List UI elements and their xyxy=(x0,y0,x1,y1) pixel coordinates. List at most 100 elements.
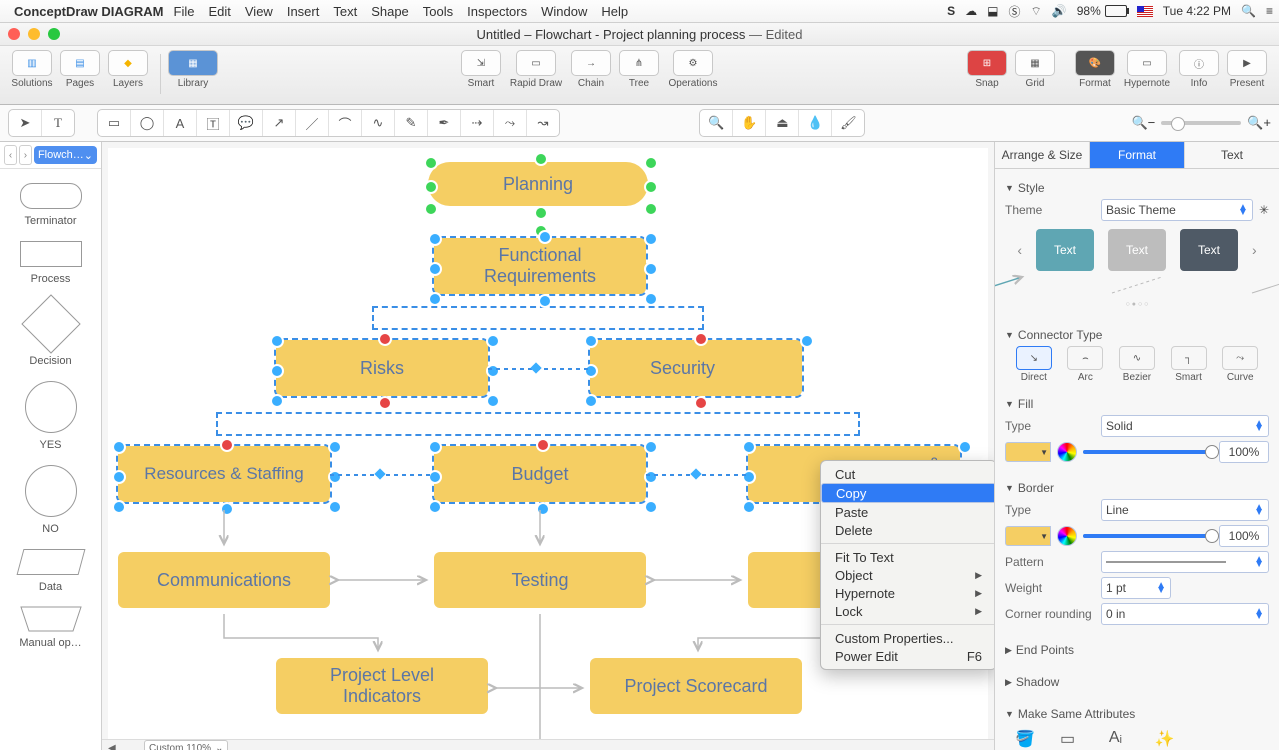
toolbar-library[interactable]: ▦ Library xyxy=(169,50,217,89)
connector-bezier[interactable]: ∿Bezier xyxy=(1116,346,1158,383)
border-color-swatch[interactable]: ▼ xyxy=(1005,526,1051,546)
spotlight-icon[interactable]: 🔍 xyxy=(1241,4,1256,18)
skype-icon[interactable]: Ⓢ xyxy=(1008,3,1020,20)
border-opacity-slider[interactable] xyxy=(1083,534,1213,538)
toolbar-chain[interactable]: →Chain xyxy=(567,50,615,89)
node-testing[interactable]: Testing xyxy=(434,552,646,608)
shapes-nav-back[interactable]: ‹ xyxy=(4,145,17,165)
menu-inspectors[interactable]: Inspectors xyxy=(467,4,527,19)
toolbar-solutions[interactable]: ▥ Solutions xyxy=(8,50,56,89)
connector-direct[interactable]: ↘Direct xyxy=(1013,346,1055,383)
corner-rounding-select[interactable]: 0 in▲▼ xyxy=(1101,603,1269,625)
toolbar-format[interactable]: 🎨Format xyxy=(1071,50,1119,89)
textframe-tool[interactable]: 🅃 xyxy=(197,110,230,136)
node-planning[interactable]: Planning xyxy=(428,162,648,206)
zoom-slider[interactable]: 🔍− 🔍+ xyxy=(1131,115,1271,131)
theme-select[interactable]: Basic Theme▲▼ xyxy=(1101,199,1253,221)
clock[interactable]: Tue 4:22 PM xyxy=(1163,4,1231,18)
ellipse-tool[interactable]: ◯ xyxy=(131,110,164,136)
section-connector[interactable]: ▼Connector Type xyxy=(1005,328,1269,342)
shape-data[interactable]: Data xyxy=(0,549,101,593)
volume-icon[interactable]: 🔊 xyxy=(1052,4,1067,18)
border-weight-input[interactable]: 1 pt▲▼ xyxy=(1101,577,1171,599)
node-resources[interactable]: Resources & Staffing xyxy=(118,446,330,502)
section-fill[interactable]: ▼Fill xyxy=(1005,397,1269,411)
border-color-wheel[interactable] xyxy=(1057,526,1077,546)
node-scorecard[interactable]: Project Scorecard xyxy=(590,658,802,714)
app-name[interactable]: ConceptDraw DIAGRAM xyxy=(14,4,164,19)
bezier-tool[interactable]: ✒ xyxy=(428,110,461,136)
ctx-hypernote[interactable]: Hypernote xyxy=(821,584,994,602)
menu-window[interactable]: Window xyxy=(541,4,587,19)
toolbar-smart[interactable]: ⇲Smart xyxy=(457,50,505,89)
menu-insert[interactable]: Insert xyxy=(287,4,320,19)
theme-card-3[interactable]: Text xyxy=(1180,229,1238,271)
menu-help[interactable]: Help xyxy=(601,4,628,19)
connector-curve[interactable]: ⤳Curve xyxy=(1219,346,1261,383)
fill-opacity-value[interactable]: 100% xyxy=(1219,441,1269,463)
tab-text[interactable]: Text xyxy=(1185,142,1279,168)
theme-settings-icon[interactable]: ✳ xyxy=(1259,203,1269,217)
theme-card-2[interactable]: Text xyxy=(1108,229,1166,271)
zoom-in-icon[interactable]: 🔍+ xyxy=(1247,115,1271,131)
fill-color-wheel[interactable] xyxy=(1057,442,1077,462)
msa-all[interactable]: ✨All xyxy=(1155,729,1179,750)
toolbar-info[interactable]: ⓘInfo xyxy=(1175,50,1223,89)
shape-decision[interactable]: Decision xyxy=(0,299,101,367)
node-budget[interactable]: Budget xyxy=(434,446,646,502)
toolbar-present[interactable]: ▶Present xyxy=(1223,50,1271,89)
toolbar-rapid-draw[interactable]: ▭Rapid Draw xyxy=(505,50,567,89)
menu-shape[interactable]: Shape xyxy=(371,4,409,19)
sys-icon-s[interactable]: S xyxy=(947,4,955,18)
menu-file[interactable]: File xyxy=(174,4,195,19)
eyedropper-tool[interactable]: 💧 xyxy=(799,110,832,136)
canvas-area[interactable]: Planning Functional Requirements xyxy=(102,142,994,750)
menu-view[interactable]: View xyxy=(245,4,273,19)
pointer-tool[interactable]: ➤ xyxy=(9,110,42,136)
shape-yes[interactable]: YES xyxy=(0,381,101,451)
toolbar-operations[interactable]: ⚙Operations xyxy=(663,50,723,89)
toolbar-hypernote[interactable]: ▭Hypernote xyxy=(1119,50,1175,89)
toolbar-grid[interactable]: ▦Grid xyxy=(1011,50,1059,89)
theme-card-1[interactable]: Text xyxy=(1036,229,1094,271)
shape-terminator[interactable]: Terminator xyxy=(0,183,101,227)
cloud-up-icon[interactable]: ☁ xyxy=(965,4,977,18)
battery-icon[interactable] xyxy=(1105,5,1127,17)
ctx-copy[interactable]: Copy xyxy=(821,483,994,503)
input-source-flag-icon[interactable] xyxy=(1137,6,1153,17)
menu-edit[interactable]: Edit xyxy=(208,4,230,19)
ctx-paste[interactable]: Paste xyxy=(821,503,994,521)
connector2-tool[interactable]: ⤳ xyxy=(494,110,527,136)
format-painter-tool[interactable]: 🖌 xyxy=(832,110,864,136)
connector-arc[interactable]: ⌢Arc xyxy=(1065,346,1107,383)
callout-tool[interactable]: 💬 xyxy=(230,110,263,136)
node-risks[interactable]: Risks xyxy=(276,340,488,396)
toolbar-pages[interactable]: ▤ Pages xyxy=(56,50,104,89)
section-endpoints[interactable]: ▶End Points xyxy=(1005,643,1269,657)
msa-text-format[interactable]: AᵢText Format xyxy=(1105,729,1137,750)
spline-tool[interactable]: ∿ xyxy=(362,110,395,136)
shapes-library-selector[interactable]: Flowch…⌄ xyxy=(34,146,97,164)
notification-center-icon[interactable]: ≡ xyxy=(1266,4,1273,18)
tab-arrange-size[interactable]: Arrange & Size xyxy=(995,142,1090,168)
theme-prev[interactable]: ‹ xyxy=(1017,242,1022,258)
text-tool[interactable]: A xyxy=(164,110,197,136)
toolbar-layers[interactable]: ◆ Layers xyxy=(104,50,152,89)
shapes-nav-fwd[interactable]: › xyxy=(19,145,32,165)
pencil-tool[interactable]: ✎ xyxy=(395,110,428,136)
theme-next[interactable]: › xyxy=(1252,242,1257,258)
fill-type-select[interactable]: Solid▲▼ xyxy=(1101,415,1269,437)
shape-process[interactable]: Process xyxy=(0,241,101,285)
arc-tool[interactable]: ⌒ xyxy=(329,110,362,136)
msa-border[interactable]: ▭Border xyxy=(1057,729,1087,750)
dropbox-icon[interactable]: ⬓ xyxy=(987,4,998,18)
ctx-custom-props[interactable]: Custom Properties... xyxy=(821,629,994,647)
line-tool[interactable]: ／ xyxy=(296,110,329,136)
arrow-tool[interactable]: ↗ xyxy=(263,110,296,136)
node-communications[interactable]: Communications xyxy=(118,552,330,608)
wifi-icon[interactable]: ⌔ xyxy=(1031,4,1042,19)
node-functional-requirements[interactable]: Functional Requirements xyxy=(434,238,646,294)
border-opacity-value[interactable]: 100% xyxy=(1219,525,1269,547)
shape-manual-op[interactable]: Manual op… xyxy=(0,607,101,649)
connector-smart[interactable]: ┐Smart xyxy=(1168,346,1210,383)
